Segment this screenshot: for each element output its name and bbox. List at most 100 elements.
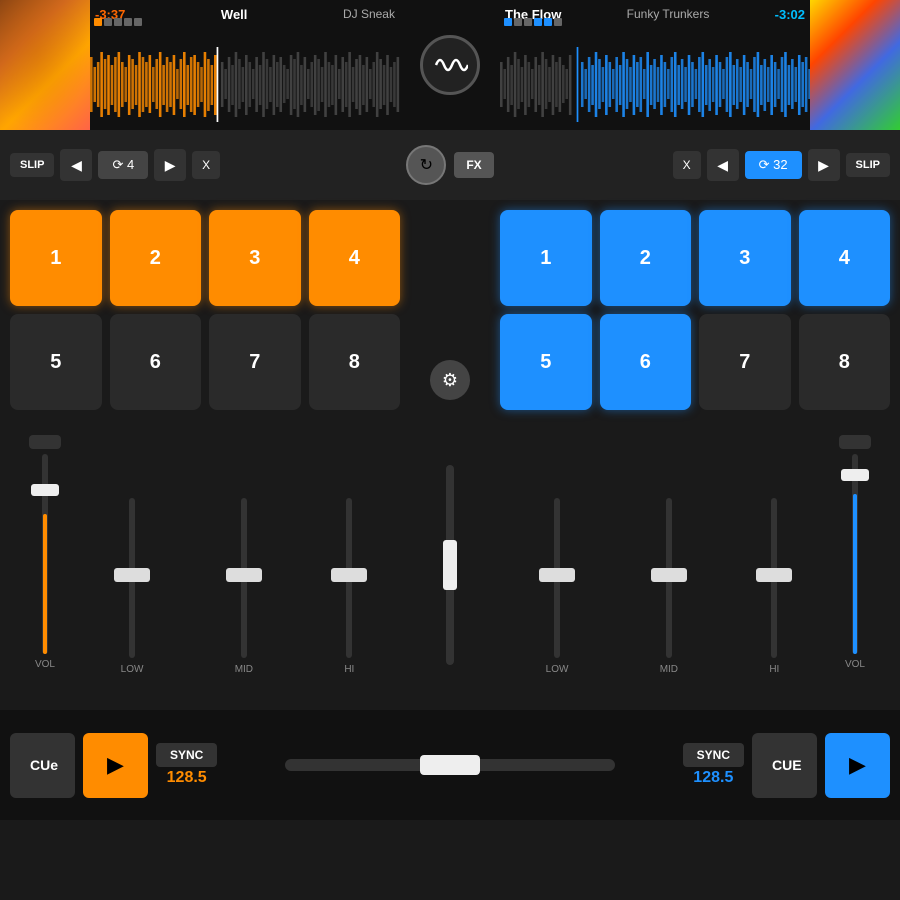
bottom-section: CUe ▶ SYNC 128.5 SYNC 128.5 CUE ▶ [0, 710, 900, 820]
left-vol-track[interactable] [42, 454, 48, 654]
right-cue-markers [500, 18, 810, 30]
right-marker-4 [534, 18, 542, 26]
right-marker-3 [524, 18, 532, 26]
left-vol-fill [43, 514, 47, 654]
right-eq-hi-handle[interactable] [756, 568, 792, 582]
top-section: -3:37 Well DJ Sneak [0, 0, 900, 130]
bottom-right: SYNC 128.5 CUE ▶ [643, 733, 890, 798]
left-eq-mid: MID [235, 498, 253, 675]
right-vol-handle[interactable] [841, 469, 869, 481]
right-eq-low-handle[interactable] [539, 568, 575, 582]
left-pad-5[interactable]: 5 [10, 314, 102, 410]
right-pad-3[interactable]: 3 [699, 210, 791, 306]
right-pad-8[interactable]: 8 [799, 314, 891, 410]
right-pad-1[interactable]: 1 [500, 210, 592, 306]
left-play-icon: ▶ [107, 752, 124, 778]
right-play-icon: ▶ [849, 752, 866, 778]
left-eq-low-track[interactable] [129, 498, 135, 658]
right-x-button[interactable]: X [673, 151, 701, 179]
left-next-button[interactable]: ▶ [154, 149, 186, 181]
left-eq-mid-handle[interactable] [226, 568, 262, 582]
right-play-button[interactable]: ▶ [825, 733, 890, 798]
right-eq-mid-track[interactable] [666, 498, 672, 658]
right-controls: X ◀ ⟳ 32 ▶ SLIP [502, 149, 890, 181]
crossfader-section [400, 430, 500, 700]
right-slip-button[interactable]: SLIP [846, 153, 890, 177]
left-pad-7[interactable]: 7 [209, 314, 301, 410]
left-waveform-svg [90, 47, 400, 122]
right-marker-6 [554, 18, 562, 26]
right-sync-label[interactable]: SYNC [683, 743, 744, 767]
right-pad-5[interactable]: 5 [500, 314, 592, 410]
left-vol-handle[interactable] [31, 484, 59, 496]
left-prev-button[interactable]: ◀ [60, 149, 92, 181]
right-eq-low: LOW [546, 498, 569, 675]
left-pad-2[interactable]: 2 [110, 210, 202, 306]
right-eq-hi-track[interactable] [771, 498, 777, 658]
left-album-art [0, 0, 90, 130]
left-eq-low-handle[interactable] [114, 568, 150, 582]
left-loop-button[interactable]: ⟳ 4 [98, 151, 148, 179]
right-marker-2 [514, 18, 522, 26]
left-slip-button[interactable]: SLIP [10, 153, 54, 177]
left-pads-grid: 1 2 3 4 5 6 7 8 [10, 210, 400, 410]
right-volume-fader: VOL [825, 430, 885, 700]
right-waveform[interactable]: The Flow Funky Trunkers -3:02 [500, 0, 810, 130]
right-marker-1 [504, 18, 512, 26]
right-waveform-svg [500, 47, 810, 122]
left-eq-hi-label: HI [344, 664, 354, 675]
right-eq-hi-label: HI [769, 664, 779, 675]
left-eq-low-label: LOW [121, 664, 144, 675]
right-prev-button[interactable]: ◀ [707, 149, 739, 181]
right-pad-4[interactable]: 4 [799, 210, 891, 306]
left-eq-hi-track[interactable] [346, 498, 352, 658]
right-pad-7[interactable]: 7 [699, 314, 791, 410]
left-eq-hi: HI [344, 498, 354, 675]
right-sync-display: SYNC 128.5 [683, 743, 744, 787]
left-volume-fader: VOL [15, 430, 75, 700]
right-art-bg [810, 0, 900, 130]
left-pad-6[interactable]: 6 [110, 314, 202, 410]
left-vol-label: VOL [35, 659, 55, 670]
left-play-button[interactable]: ▶ [83, 733, 148, 798]
right-eq-mid-handle[interactable] [651, 568, 687, 582]
pads-section: 1 2 3 4 5 6 7 8 ⚙ 1 2 3 4 5 6 7 8 [0, 200, 900, 420]
right-cue-button[interactable]: CUE [752, 733, 817, 798]
right-vol-track[interactable] [852, 454, 858, 654]
right-pad-6[interactable]: 6 [600, 314, 692, 410]
left-pad-4[interactable]: 4 [309, 210, 401, 306]
right-loop-button[interactable]: ⟳ 32 [745, 151, 802, 179]
right-eq-low-track[interactable] [554, 498, 560, 658]
left-eq-hi-handle[interactable] [331, 568, 367, 582]
fx-button[interactable]: FX [454, 152, 493, 178]
pitch-fader[interactable] [285, 759, 615, 771]
left-sync-bpm: 128.5 [167, 769, 207, 787]
right-eq-section: LOW MID HI [500, 430, 825, 700]
left-cue-button[interactable]: CUe [10, 733, 75, 798]
right-vol-fill [853, 494, 857, 654]
left-x-button[interactable]: X [192, 151, 220, 179]
pitch-fader-handle[interactable] [420, 755, 480, 775]
right-pad-2[interactable]: 2 [600, 210, 692, 306]
waveform-logo-icon [432, 47, 468, 83]
logo-circle [420, 35, 480, 95]
right-eq-low-label: LOW [546, 664, 569, 675]
controls-row: SLIP ◀ ⟳ 4 ▶ X ↻ FX X ◀ ⟳ 32 ▶ SLIP [0, 130, 900, 200]
left-controls: SLIP ◀ ⟳ 4 ▶ X [10, 149, 398, 181]
sync-button[interactable]: ↻ [406, 145, 446, 185]
left-waveform[interactable]: -3:37 Well DJ Sneak [90, 0, 400, 130]
left-pad-1[interactable]: 1 [10, 210, 102, 306]
crossfader-handle[interactable] [443, 540, 457, 590]
crossfader-track[interactable] [446, 465, 454, 665]
center-pad-area: ⚙ [410, 210, 490, 410]
left-marker-5 [134, 18, 142, 26]
left-eq-mid-track[interactable] [241, 498, 247, 658]
left-marker-1 [94, 18, 102, 26]
left-vol-indicator [29, 435, 61, 449]
left-pad-8[interactable]: 8 [309, 314, 401, 410]
left-sync-display: SYNC 128.5 [156, 743, 217, 787]
gear-button[interactable]: ⚙ [430, 360, 470, 400]
left-sync-label[interactable]: SYNC [156, 743, 217, 767]
right-next-button[interactable]: ▶ [808, 149, 840, 181]
left-pad-3[interactable]: 3 [209, 210, 301, 306]
